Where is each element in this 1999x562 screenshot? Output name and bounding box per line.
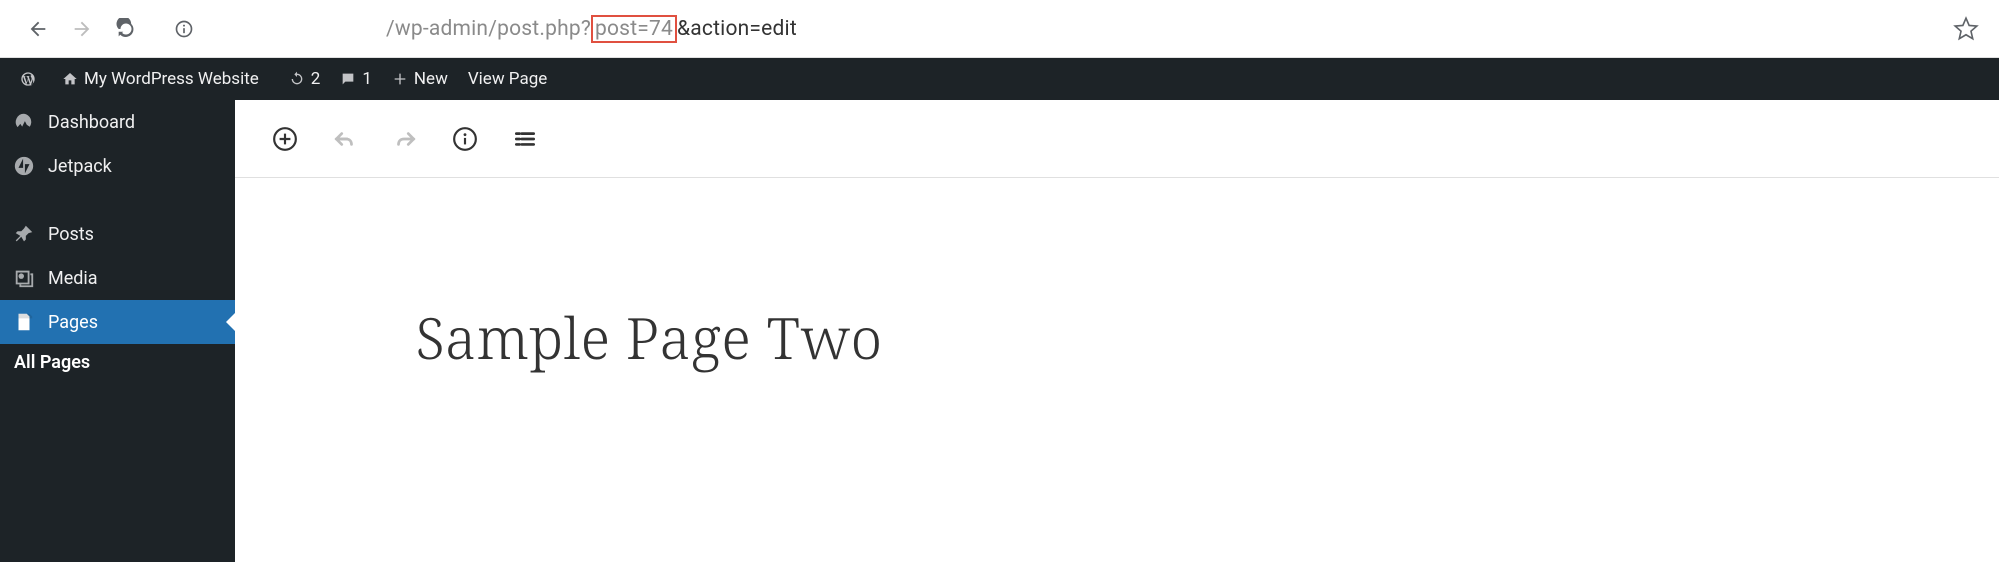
dashboard-icon — [12, 110, 36, 134]
editor-toolbar — [235, 100, 1999, 178]
block-editor: Sample Page Two — [235, 100, 1999, 562]
url-text: /wp-admin/post.php?post=74&action=edit — [386, 17, 797, 41]
sidebar-item-dashboard[interactable]: Dashboard — [0, 100, 235, 144]
editor-content[interactable]: Sample Page Two — [235, 178, 1999, 376]
bookmark-button[interactable] — [1953, 16, 1979, 42]
info-icon[interactable] — [172, 17, 196, 41]
jetpack-icon — [12, 154, 36, 178]
redo-button[interactable] — [385, 119, 425, 159]
updates-count: 2 — [311, 69, 321, 89]
page-title[interactable]: Sample Page Two — [415, 298, 1819, 376]
plus-icon — [392, 68, 414, 90]
sidebar-label-jetpack: Jetpack — [48, 156, 112, 177]
menu-separator — [0, 188, 235, 212]
add-block-button[interactable] — [265, 119, 305, 159]
admin-sidebar: Dashboard Jetpack Posts Media Pages — [0, 100, 235, 562]
sidebar-item-pages[interactable]: Pages — [0, 300, 235, 344]
plus-circle-icon — [272, 126, 298, 152]
undo-icon — [332, 126, 358, 152]
wp-admin-bar: My WordPress Website 2 1 New View Page — [0, 58, 1999, 100]
media-icon — [12, 266, 36, 290]
content-structure-button[interactable] — [445, 119, 485, 159]
sidebar-label-all-pages: All Pages — [14, 352, 90, 373]
home-icon — [62, 68, 84, 90]
info-circle-icon — [452, 126, 478, 152]
list-icon — [512, 126, 538, 152]
url-prefix: /wp-admin/post.php? — [386, 17, 591, 41]
sidebar-label-dashboard: Dashboard — [48, 112, 135, 133]
back-button[interactable] — [20, 11, 56, 47]
new-content-menu[interactable]: New — [382, 58, 458, 100]
comments-count: 1 — [362, 69, 372, 89]
wp-logo-menu[interactable] — [10, 58, 52, 100]
view-page-link[interactable]: View Page — [458, 58, 557, 100]
sidebar-item-jetpack[interactable]: Jetpack — [0, 144, 235, 188]
site-title: My WordPress Website — [84, 69, 259, 89]
main-area: Dashboard Jetpack Posts Media Pages — [0, 100, 1999, 562]
redo-icon — [392, 126, 418, 152]
new-label: New — [414, 69, 448, 89]
pushpin-icon — [12, 222, 36, 246]
undo-button[interactable] — [325, 119, 365, 159]
url-suffix: &action=edit — [677, 17, 797, 41]
arrow-left-icon — [27, 18, 49, 40]
update-icon — [289, 68, 311, 90]
sidebar-subitem-all-pages[interactable]: All Pages — [0, 344, 235, 381]
url-highlight: post=74 — [591, 15, 677, 43]
address-bar[interactable]: /wp-admin/post.php?post=74&action=edit — [172, 17, 1953, 41]
forward-button[interactable] — [64, 11, 100, 47]
updates-menu[interactable]: 2 — [279, 58, 331, 100]
sidebar-label-media: Media — [48, 268, 98, 289]
comment-icon — [340, 68, 362, 90]
pages-icon — [12, 310, 36, 334]
comments-menu[interactable]: 1 — [330, 58, 382, 100]
site-name-menu[interactable]: My WordPress Website — [52, 58, 269, 100]
sidebar-label-pages: Pages — [48, 312, 98, 333]
browser-bar: /wp-admin/post.php?post=74&action=edit — [0, 0, 1999, 58]
sidebar-label-posts: Posts — [48, 224, 94, 245]
block-navigation-button[interactable] — [505, 119, 545, 159]
reload-button[interactable] — [108, 11, 144, 47]
sidebar-item-media[interactable]: Media — [0, 256, 235, 300]
wordpress-icon — [20, 68, 42, 90]
reload-icon — [115, 18, 137, 40]
star-icon — [1953, 16, 1979, 42]
arrow-right-icon — [71, 18, 93, 40]
sidebar-item-posts[interactable]: Posts — [0, 212, 235, 256]
view-page-label: View Page — [468, 69, 547, 89]
